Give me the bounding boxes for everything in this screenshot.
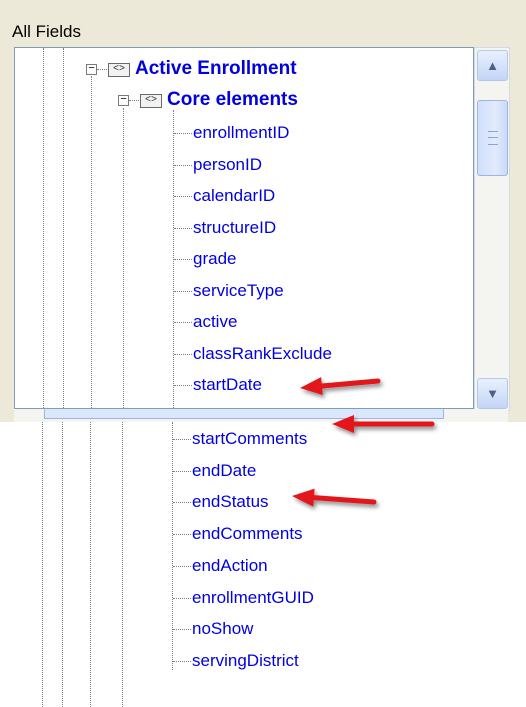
tree-node-structureid[interactable]: structureID [193,218,276,238]
grip-icon [488,131,498,145]
tree-node-endaction[interactable]: endAction [192,556,268,576]
horizontal-scroll-thumb[interactable] [44,409,444,419]
tree-branch [173,565,191,567]
scroll-up-button[interactable]: ▲ [477,50,508,81]
tree-node-servingdistrict[interactable]: servingDistrict [192,651,299,671]
xml-element-icon: <> [108,63,130,77]
tree-node-startcomments[interactable]: startComments [192,429,307,449]
tree-guide [62,422,63,707]
tree-node-enddate[interactable]: endDate [192,461,256,481]
tree-branch [174,164,192,166]
tree-node-endcomments[interactable]: endComments [192,524,303,544]
tree-branch [129,100,139,101]
tree-branch [174,353,192,355]
tree-node-startdate[interactable]: startDate [193,375,262,395]
tree-branch [174,322,192,323]
scroll-thumb[interactable] [477,100,508,176]
scroll-down-button[interactable]: ▼ [477,378,508,409]
tree-guide [122,422,123,707]
tree-branch [173,439,191,440]
tree-guide [123,108,124,408]
tree-branch [174,259,192,260]
tree-branch [97,69,107,70]
tree-branch [173,629,191,631]
tree-node-classrankexclude[interactable]: classRankExclude [193,344,332,364]
tree-guide [91,76,92,408]
tree-branch [173,470,191,472]
tree-node-calendarid[interactable]: calendarID [193,186,275,206]
collapse-toggle[interactable]: − [118,95,129,106]
tree-branch [173,502,191,504]
tree-node-enrollmentid[interactable]: enrollmentID [193,123,289,143]
horizontal-scrollbar[interactable] [14,409,508,422]
panel-title: All Fields [12,22,81,41]
tree-node-servicetype[interactable]: serviceType [193,281,284,301]
tree-branch [174,196,192,197]
tree-branch [174,227,192,229]
collapse-toggle[interactable]: − [86,64,97,75]
tree-node-active-enrollment[interactable]: Active Enrollment [135,59,297,79]
tree-node-noshow[interactable]: noShow [192,619,253,639]
chevron-up-icon: ▲ [486,58,499,73]
vertical-scrollbar[interactable]: ▲ ▼ [474,47,510,411]
fields-tree-continued[interactable]: startComments endDate endStatus endComments… [14,422,494,707]
tree-branch [173,534,191,536]
fields-tree[interactable]: − <> Active Enrollment − <> Core element… [14,47,474,409]
tree-node-core-elements[interactable]: Core elements [167,90,298,110]
tree-branch [174,133,192,134]
tree-node-active[interactable]: active [193,312,237,332]
tree-branch [173,660,191,662]
tree-guide [172,422,173,670]
chevron-down-icon: ▼ [486,386,499,401]
tree-guide [43,48,44,408]
tree-guide [42,422,43,707]
tree-branch [174,290,192,292]
tree-node-personid[interactable]: personID [193,155,262,175]
fields-panel: All Fields − <> Active Enrollment − <> C… [0,0,526,422]
tree-node-enrollmentguid[interactable]: enrollmentGUID [192,588,314,608]
tree-node-grade[interactable]: grade [193,249,236,269]
xml-element-icon: <> [140,94,162,108]
tree-node-endstatus[interactable]: endStatus [192,492,269,512]
tree-guide [90,422,91,707]
tree-branch [174,385,192,386]
tree-branch [173,597,191,599]
tree-guide [63,48,64,408]
